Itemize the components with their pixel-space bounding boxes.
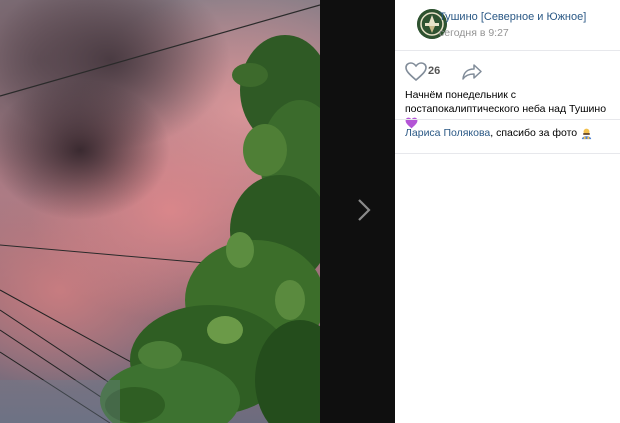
like-button[interactable] — [405, 62, 427, 82]
caption-divider — [395, 119, 620, 120]
post-caption: Начнём понедельник с постапокалиптическо… — [405, 88, 620, 130]
person-bowing-emoji — [581, 128, 592, 139]
photo-credit: Лариса Полякова, спасибо за фото — [405, 126, 620, 140]
credit-text: , спасибо за фото — [490, 127, 578, 139]
tree-foliage — [100, 35, 320, 423]
post-actions: 26 — [405, 62, 605, 82]
header-divider — [395, 50, 620, 51]
photo-viewer — [0, 0, 395, 423]
caption-text: Начнём понедельник с постапокалиптическо… — [405, 89, 607, 115]
post-header: Тушино [Северное и Южное] сегодня в 9:27 — [395, 0, 620, 50]
sky-patch — [0, 380, 120, 423]
credit-divider — [395, 153, 620, 154]
photo-scene — [0, 4, 320, 423]
post-photo[interactable] — [0, 0, 320, 423]
share-button[interactable] — [461, 63, 483, 81]
like-count[interactable]: 26 — [428, 65, 440, 77]
heart-icon — [405, 62, 427, 82]
chevron-right-icon — [358, 199, 371, 221]
post-timestamp[interactable]: сегодня в 9:27 — [439, 27, 509, 39]
post-side-panel: Тушино [Северное и Южное] сегодня в 9:27… — [395, 0, 620, 423]
credit-author-link[interactable]: Лариса Полякова — [405, 127, 490, 139]
share-arrow-icon — [462, 64, 482, 80]
group-name-link[interactable]: Тушино [Северное и Южное] — [439, 11, 586, 23]
next-photo-button[interactable] — [354, 196, 374, 224]
